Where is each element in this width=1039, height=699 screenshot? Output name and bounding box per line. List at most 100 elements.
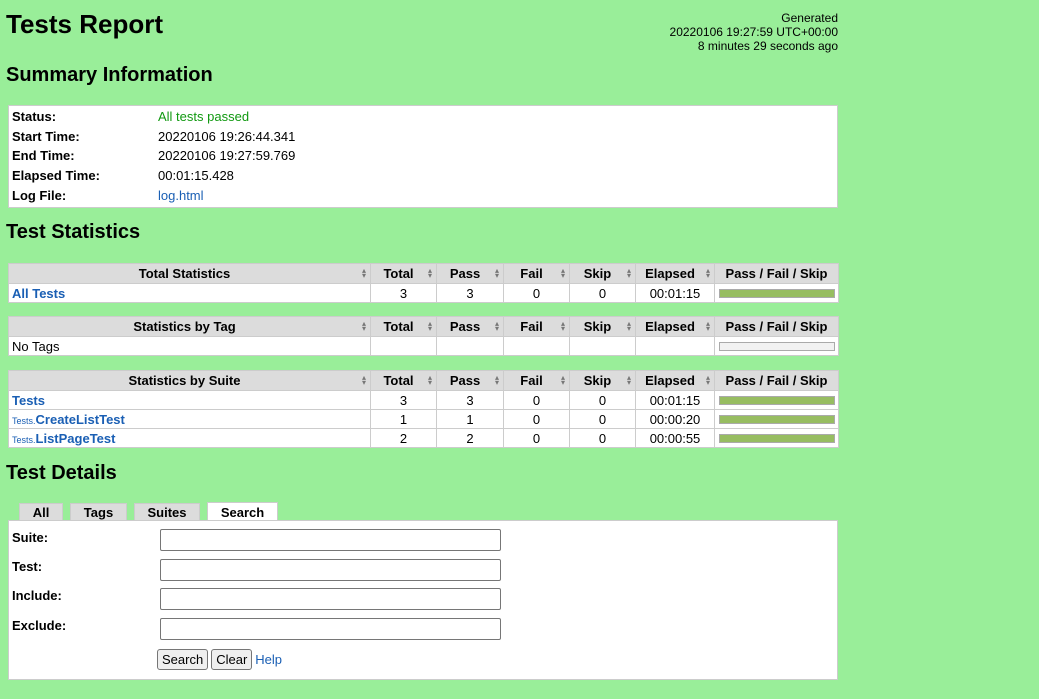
total-statistics-table: Total Statistics Total Pass Fail Skip El… bbox=[8, 263, 839, 303]
help-link[interactable]: Help bbox=[255, 652, 282, 667]
include-input[interactable] bbox=[160, 588, 501, 610]
graph-column-header: Pass / Fail / Skip bbox=[714, 316, 839, 337]
pass-fail-skip-graph bbox=[718, 288, 835, 298]
summary-label: Log File: bbox=[12, 187, 67, 203]
elapsed-cell: 00:01:15 bbox=[635, 283, 715, 303]
tab-all[interactable]: All bbox=[19, 503, 63, 521]
elapsed-time-value: 00:01:15.428 bbox=[158, 168, 234, 184]
graph-column-header: Pass / Fail / Skip bbox=[714, 263, 839, 284]
elapsed-cell: 00:01:15 bbox=[635, 390, 715, 410]
skip-column-header[interactable]: Skip bbox=[569, 370, 636, 391]
generated-label: Generated bbox=[781, 11, 838, 25]
suite-statistics-header[interactable]: Statistics by Suite bbox=[8, 370, 371, 391]
total-cell: 1 bbox=[370, 409, 437, 429]
fail-column-header[interactable]: Fail bbox=[503, 316, 570, 337]
skip-cell: 0 bbox=[569, 428, 636, 448]
suite-row: Suite: bbox=[9, 529, 501, 551]
tab-suites[interactable]: Suites bbox=[134, 503, 200, 521]
status-value: All tests passed bbox=[158, 109, 250, 125]
test-label: Test: bbox=[12, 559, 43, 574]
exclude-input[interactable] bbox=[160, 618, 501, 640]
summary-row-end: End Time: 20220106 19:27:59.769 bbox=[9, 146, 837, 166]
include-row: Include: bbox=[9, 588, 501, 610]
exclude-row: Exclude: bbox=[9, 618, 501, 640]
pass-column-header[interactable]: Pass bbox=[436, 370, 504, 391]
search-button[interactable]: Search bbox=[157, 649, 209, 670]
page-title: Tests Report bbox=[6, 9, 163, 39]
total-cell: 3 bbox=[370, 390, 437, 410]
summary-label: Start Time: bbox=[12, 128, 80, 144]
skip-cell: 0 bbox=[569, 390, 636, 410]
generated-info: Generated 20220106 19:27:59 UTC+00:00 8 … bbox=[600, 11, 838, 53]
suite-link-listpagetest[interactable]: Tests.ListPageTest bbox=[12, 431, 115, 446]
fail-column-header[interactable]: Fail bbox=[503, 263, 570, 284]
pass-fail-skip-graph bbox=[718, 414, 835, 424]
tab-search[interactable]: Search bbox=[207, 502, 278, 522]
tab-tags[interactable]: Tags bbox=[70, 503, 127, 521]
clear-button[interactable]: Clear bbox=[211, 649, 253, 670]
tag-statistics-header[interactable]: Statistics by Tag bbox=[8, 316, 371, 337]
pass-cell: 3 bbox=[436, 390, 504, 410]
suite-label: Suite: bbox=[12, 530, 49, 545]
graph-column-header: Pass / Fail / Skip bbox=[714, 370, 839, 391]
pass-cell: 1 bbox=[436, 409, 504, 429]
total-column-header[interactable]: Total bbox=[370, 316, 437, 337]
include-label: Include: bbox=[12, 588, 62, 603]
pass-cell: 3 bbox=[436, 283, 504, 303]
pass-bar bbox=[719, 289, 834, 297]
table-row: Tests 3 3 0 0 00:01:15 bbox=[8, 390, 839, 410]
details-tabs: All Tags Suites Search bbox=[19, 502, 285, 522]
fail-cell: 0 bbox=[503, 390, 570, 410]
suite-input[interactable] bbox=[160, 529, 501, 551]
pass-bar bbox=[719, 415, 834, 423]
table-row: Tests.ListPageTest 2 2 0 0 00:00:55 bbox=[8, 428, 839, 448]
fail-column-header[interactable]: Fail bbox=[503, 370, 570, 391]
skip-cell: 0 bbox=[569, 409, 636, 429]
pass-column-header[interactable]: Pass bbox=[436, 316, 504, 337]
tag-statistics-table: Statistics by Tag Total Pass Fail Skip E… bbox=[8, 316, 839, 356]
summary-label: Elapsed Time: bbox=[12, 168, 100, 184]
search-actions: Search Clear Help bbox=[157, 649, 282, 670]
summary-label: Status: bbox=[12, 109, 57, 125]
elapsed-column-header[interactable]: Elapsed bbox=[635, 316, 715, 337]
fail-cell: 0 bbox=[503, 283, 570, 303]
total-cell: 2 bbox=[370, 428, 437, 448]
pass-fail-skip-graph bbox=[718, 433, 835, 443]
skip-column-header[interactable]: Skip bbox=[569, 316, 636, 337]
log-file-link[interactable]: log.html bbox=[158, 188, 204, 203]
statistics-heading: Test Statistics bbox=[6, 221, 141, 243]
summary-row-log: Log File: log.html bbox=[9, 185, 837, 205]
fail-cell: 0 bbox=[503, 409, 570, 429]
suite-link-tests[interactable]: Tests bbox=[12, 393, 45, 408]
all-tests-link[interactable]: All Tests bbox=[12, 286, 65, 301]
elapsed-cell: 00:00:20 bbox=[635, 409, 715, 429]
summary-row-start: Start Time: 20220106 19:26:44.341 bbox=[9, 127, 837, 147]
total-statistics-header[interactable]: Total Statistics bbox=[8, 263, 371, 284]
no-tags-cell: No Tags bbox=[8, 336, 371, 356]
elapsed-cell: 00:00:55 bbox=[635, 428, 715, 448]
total-column-header[interactable]: Total bbox=[370, 263, 437, 284]
pass-column-header[interactable]: Pass bbox=[436, 263, 504, 284]
empty-graph bbox=[718, 341, 835, 351]
pass-cell: 2 bbox=[436, 428, 504, 448]
elapsed-column-header[interactable]: Elapsed bbox=[635, 263, 715, 284]
suite-link-createlisttest[interactable]: Tests.CreateListTest bbox=[12, 412, 125, 427]
exclude-label: Exclude: bbox=[12, 618, 67, 633]
summary-row-status: Status: All tests passed bbox=[9, 107, 837, 127]
fail-cell: 0 bbox=[503, 428, 570, 448]
pass-bar bbox=[719, 434, 834, 442]
pass-fail-skip-graph bbox=[718, 395, 835, 405]
test-input[interactable] bbox=[160, 559, 501, 581]
total-column-header[interactable]: Total bbox=[370, 370, 437, 391]
generated-ago: 8 minutes 29 seconds ago bbox=[697, 39, 838, 53]
summary-heading: Summary Information bbox=[6, 64, 213, 86]
skip-column-header[interactable]: Skip bbox=[569, 263, 636, 284]
table-row: All Tests 3 3 0 0 00:01:15 bbox=[8, 283, 839, 303]
summary-row-elapsed: Elapsed Time: 00:01:15.428 bbox=[9, 166, 837, 186]
skip-cell: 0 bbox=[569, 283, 636, 303]
search-panel: Suite: Test: Include: Exclude: Search Cl… bbox=[8, 520, 838, 680]
test-row: Test: bbox=[9, 559, 501, 581]
start-time-value: 20220106 19:26:44.341 bbox=[158, 128, 296, 144]
elapsed-column-header[interactable]: Elapsed bbox=[635, 370, 715, 391]
end-time-value: 20220106 19:27:59.769 bbox=[158, 148, 296, 164]
